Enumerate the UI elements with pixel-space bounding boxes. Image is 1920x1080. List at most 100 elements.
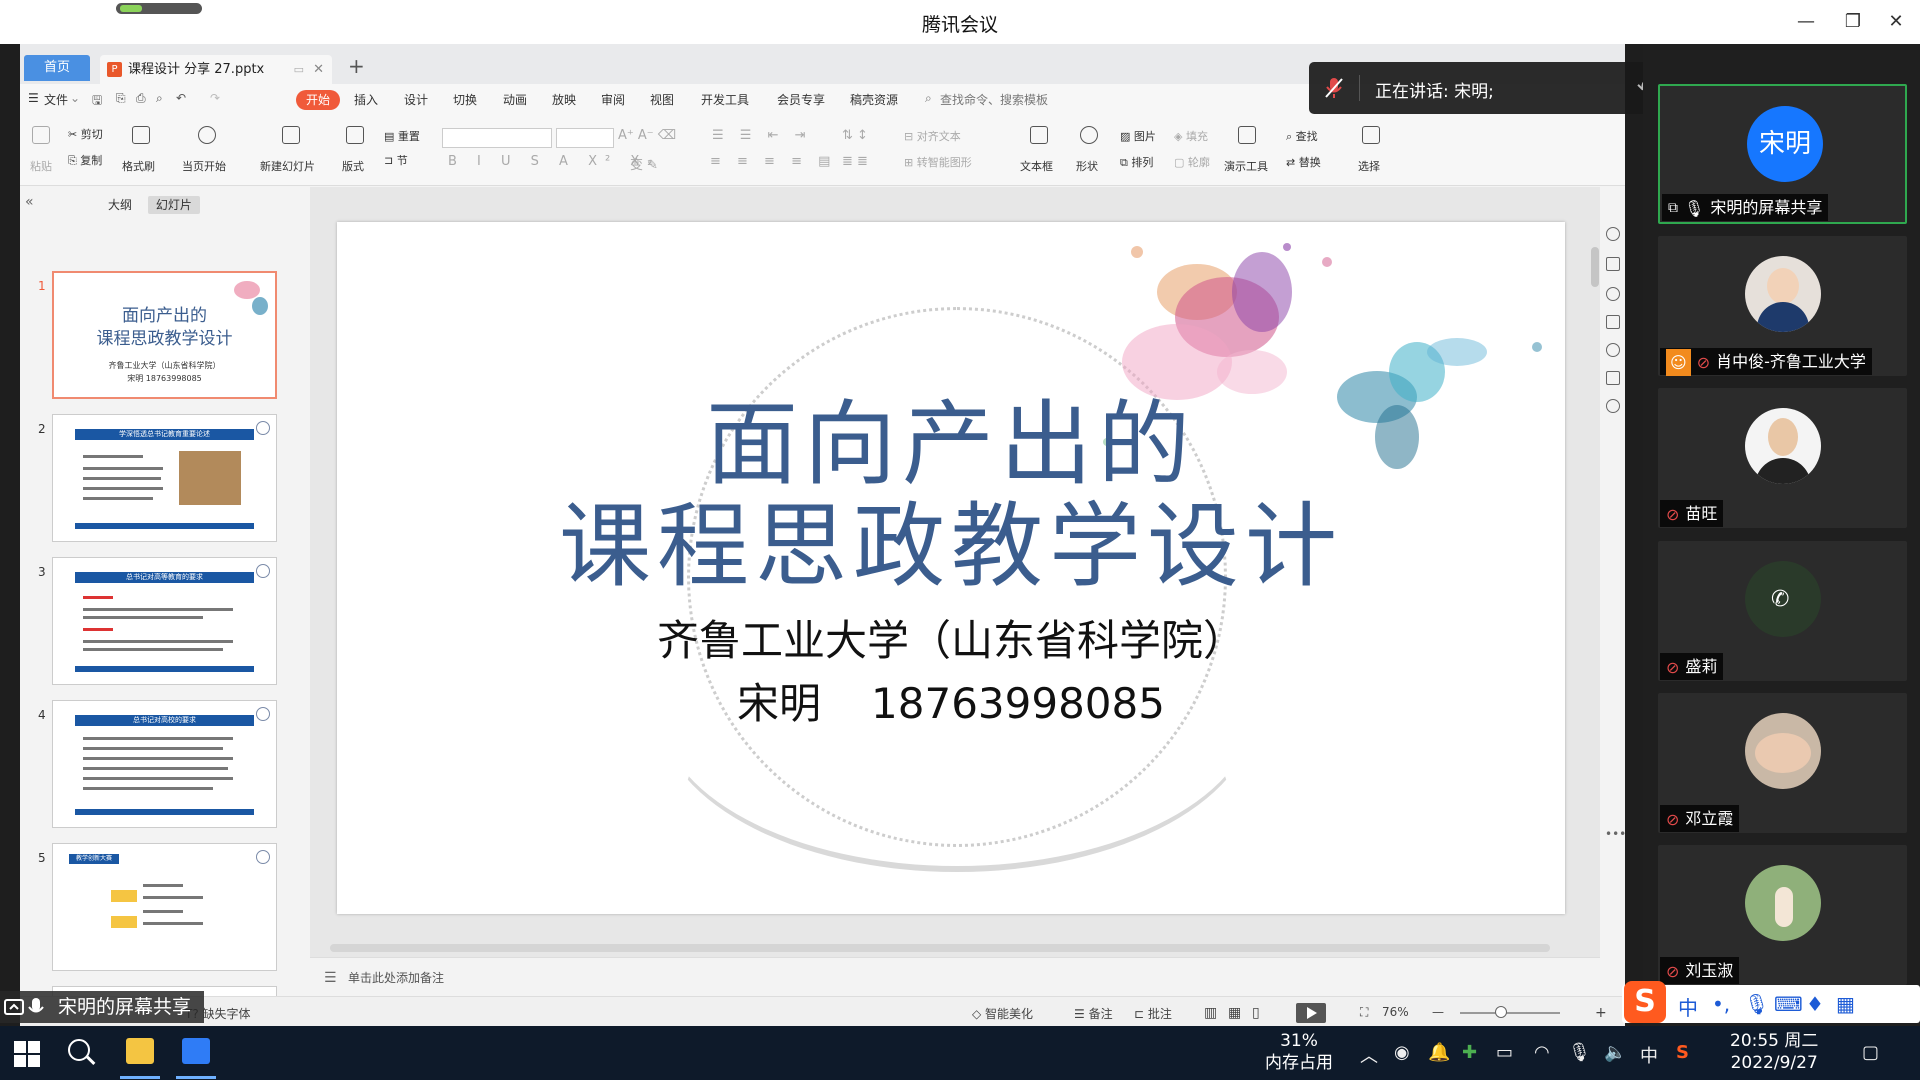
collapse-icon[interactable]: « bbox=[25, 194, 34, 210]
tab-outline[interactable]: 大纲 bbox=[108, 198, 132, 212]
hamburger-icon[interactable]: ☰ bbox=[28, 91, 39, 105]
slide-thumbnail-1[interactable]: 面向产出的 课程思政教学设计 齐鲁工业大学（山东省科学院） 宋明 1876399… bbox=[52, 271, 277, 399]
menu-insert[interactable]: 插入 bbox=[354, 91, 378, 108]
font-grow-icon[interactable]: A⁺ A⁻ ⌫ bbox=[618, 128, 676, 143]
presenter-tools-button[interactable]: 演示工具 bbox=[1224, 158, 1268, 174]
textbox-button[interactable]: 文本框 bbox=[1020, 158, 1053, 174]
outline-button[interactable]: ▢ 轮廓 bbox=[1174, 154, 1210, 170]
menu-transition[interactable]: 切换 bbox=[453, 91, 477, 108]
notes-toggle[interactable]: ☰ 备注 bbox=[1074, 1005, 1113, 1022]
comments-toggle[interactable]: ⊏ 批注 bbox=[1134, 1005, 1172, 1022]
volume-icon[interactable]: 🔈 bbox=[1604, 1042, 1626, 1063]
textbox-icon[interactable] bbox=[1030, 126, 1048, 144]
select-button[interactable]: 选择 bbox=[1358, 158, 1380, 174]
print-icon[interactable]: ⎙ bbox=[136, 91, 146, 106]
menu-review[interactable]: 审阅 bbox=[601, 91, 625, 108]
menu-design[interactable]: 设计 bbox=[404, 91, 428, 108]
print-preview-icon[interactable]: ⌕ bbox=[156, 91, 163, 106]
zoom-in-icon[interactable]: + bbox=[1595, 1005, 1607, 1021]
search-icon[interactable] bbox=[68, 1039, 90, 1061]
align-text-button[interactable]: ⊟ 对齐文本 bbox=[904, 128, 961, 144]
menu-member[interactable]: 会员专享 bbox=[777, 91, 825, 108]
restore-icon[interactable]: ❐ bbox=[1833, 8, 1873, 36]
brush-icon[interactable] bbox=[132, 126, 150, 144]
toolbox-icon[interactable]: ▦ bbox=[1836, 992, 1855, 1016]
system-clock[interactable]: 20:55 周二 2022/9/27 bbox=[1730, 1030, 1818, 1074]
arrange-button[interactable]: ⧉ 排列 bbox=[1120, 154, 1153, 170]
presenter-tools-icon[interactable] bbox=[1238, 126, 1256, 144]
app-tray-icon[interactable]: ◉ bbox=[1394, 1042, 1410, 1063]
format-painter-button[interactable]: 格式刷 bbox=[122, 158, 155, 174]
tab-document[interactable]: P 课程设计 分享 27.pptx ▭ ✕ bbox=[100, 55, 332, 84]
slide-thumbnail-3[interactable]: 总书记对高等教育的要求 bbox=[52, 557, 277, 685]
replace-button[interactable]: ⇄ 替换 bbox=[1286, 154, 1321, 170]
current-slide[interactable]: 面向产出的 课程思政教学设计 齐鲁工业大学（山东省科学院） 宋明 18763998… bbox=[337, 222, 1565, 914]
save-icon[interactable]: 🖫 bbox=[92, 91, 102, 112]
new-slide-button[interactable]: 新建幻灯片 bbox=[260, 158, 315, 174]
list-icons[interactable]: ☰ ☰ ⇤ ⇥ bbox=[712, 128, 812, 143]
zoom-out-icon[interactable]: — bbox=[1432, 1005, 1444, 1019]
menu-resources[interactable]: 稿壳资源 bbox=[850, 91, 898, 108]
sogou-tray-icon[interactable]: S bbox=[1676, 1042, 1689, 1063]
sorter-view-icon[interactable]: ▦ bbox=[1228, 1005, 1241, 1021]
chevron-up-icon[interactable]: ︿ bbox=[1360, 1042, 1378, 1068]
voice-icon[interactable]: 🎙 bbox=[1744, 992, 1769, 1016]
slide-thumbnail-5[interactable]: 教学创新大赛 bbox=[52, 843, 277, 971]
notes-area[interactable]: ☰ 单击此处添加备注 bbox=[310, 957, 1605, 995]
menu-developer[interactable]: 开发工具 bbox=[701, 91, 749, 108]
wifi-icon[interactable]: ◠ bbox=[1534, 1042, 1550, 1063]
star-icon[interactable] bbox=[1606, 287, 1620, 301]
notification-center-icon[interactable]: ▢ bbox=[1862, 1042, 1879, 1063]
menu-animation[interactable]: 动画 bbox=[503, 91, 527, 108]
tab-close-icon[interactable]: ✕ bbox=[313, 55, 324, 84]
reset-button[interactable]: ▤ 重置 bbox=[384, 128, 420, 144]
keyboard-icon[interactable]: ⌨ bbox=[1774, 992, 1803, 1016]
fit-icon[interactable]: ⛶ bbox=[1360, 1005, 1368, 1020]
find-button[interactable]: ⌕ 查找 bbox=[1286, 128, 1318, 144]
copy-button[interactable]: ⎘ 复制 bbox=[68, 152, 102, 168]
redo-icon[interactable]: ↷ bbox=[210, 91, 220, 105]
window-icon[interactable] bbox=[1606, 315, 1620, 329]
slide-thumbnail-2[interactable]: 学深悟透总书记教育重要论述 bbox=[52, 414, 277, 542]
pin-icon[interactable]: ▭ bbox=[294, 55, 304, 84]
file-explorer-icon[interactable] bbox=[126, 1038, 154, 1064]
text-direction-icon[interactable]: ⇅ ↕ bbox=[842, 128, 868, 143]
sliders-icon[interactable] bbox=[1606, 257, 1620, 271]
fill-button[interactable]: ◈ 填充 bbox=[1174, 128, 1208, 144]
horizontal-scrollbar[interactable] bbox=[320, 944, 1590, 952]
line-spacing-icon[interactable]: ≣ ≣ bbox=[842, 154, 868, 169]
participant-card[interactable]: ☺ ⊘ 肖中俊-齐鲁工业大学 bbox=[1658, 236, 1907, 376]
minimize-icon[interactable]: — bbox=[1786, 8, 1826, 36]
layout-button[interactable]: 版式 bbox=[342, 158, 364, 174]
section-button[interactable]: ⊐ 节 bbox=[384, 152, 408, 168]
menu-view[interactable]: 视图 bbox=[650, 91, 674, 108]
participant-card[interactable]: ⊘ 苗旺 bbox=[1658, 388, 1907, 528]
battery-icon[interactable]: ▭ bbox=[1496, 1042, 1513, 1063]
punctuation-icon[interactable]: •, bbox=[1712, 992, 1730, 1016]
play-from-current-button[interactable]: 当页开始 bbox=[182, 158, 226, 174]
paste-icon[interactable] bbox=[32, 126, 50, 144]
shape-icon[interactable] bbox=[1080, 126, 1098, 144]
ime-indicator[interactable]: 中 bbox=[1640, 1042, 1658, 1068]
windows-start-icon[interactable] bbox=[14, 1041, 40, 1067]
zoom-level[interactable]: 76% bbox=[1382, 1005, 1409, 1019]
layout-icon[interactable] bbox=[346, 126, 364, 144]
smart-beautify-button[interactable]: ◇ 智能美化 bbox=[972, 1005, 1033, 1022]
participant-card[interactable]: ⊘ 刘玉淑 bbox=[1658, 845, 1907, 985]
font-size-select[interactable] bbox=[556, 128, 614, 148]
microphone-icon[interactable]: 🎙 bbox=[1568, 1042, 1591, 1063]
skin-icon[interactable]: ♦ bbox=[1806, 992, 1824, 1016]
zoom-slider-handle[interactable] bbox=[1495, 1006, 1507, 1018]
image-icon[interactable] bbox=[1606, 371, 1620, 385]
sogou-logo-icon[interactable]: S bbox=[1624, 981, 1666, 1023]
new-tab-icon[interactable]: + bbox=[348, 54, 365, 78]
tab-slides[interactable]: 幻灯片 bbox=[147, 196, 200, 214]
ime-mode[interactable]: 中 bbox=[1678, 992, 1698, 1021]
security-icon[interactable]: ✚ bbox=[1462, 1042, 1477, 1063]
slide-thumbnail-4[interactable]: 总书记对高校的要求 bbox=[52, 700, 277, 828]
undo-icon[interactable]: ↶ bbox=[176, 91, 186, 105]
menu-start[interactable]: 开始 bbox=[296, 90, 340, 110]
menu-slideshow[interactable]: 放映 bbox=[552, 91, 576, 108]
align-icons[interactable]: ≡ ≡ ≡ ≡ ▤ bbox=[710, 154, 836, 169]
participant-card[interactable]: 宋明 ⧉ 🎙 宋明的屏幕共享 bbox=[1658, 84, 1907, 224]
